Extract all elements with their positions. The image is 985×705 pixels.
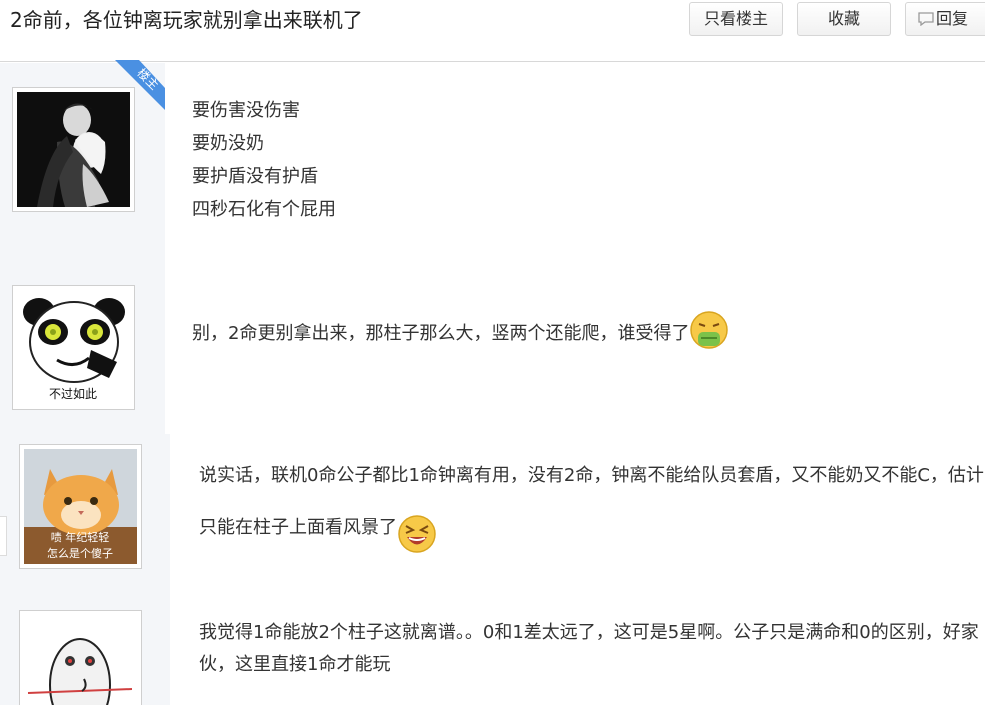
favorite-button[interactable]: 收藏 [797,2,891,36]
post-body: 我觉得1命能放2个柱子这就离谱。。0和1差太远了，这可是5星啊。公子只是满命和0… [199,617,984,681]
post-text: 别，2命更别拿出来，那柱子那么大，竖两个还能爬，谁受得了 [192,323,690,344]
user-avatar[interactable] [12,87,135,212]
post-body: 要伤害没伤害 要奶没奶 要护盾没有护盾 四秒石化有个屁用 [192,94,336,226]
only-op-button[interactable]: 只看楼主 [689,2,783,36]
couple-photo-avatar-icon [17,92,130,207]
user-avatar[interactable] [19,610,142,705]
side-tab[interactable] [0,516,7,556]
thread-title: 2命前，各位钟离玩家就别拿出来联机了 [10,8,363,32]
post-text: 我觉得1命能放2个柱子这就离谱。。0和1差太远了，这可是5星啊。公子只是满命和0… [199,622,979,675]
panda-meme-avatar-icon: 不过如此 [17,290,130,405]
reply-button-label: 回复 [936,9,969,28]
post-text: 说实话，联机0命公子都比1命钟离有用，没有2命，钟离不能给队员套盾，又不能奶又不… [199,465,984,538]
thread-header: 2命前，各位钟离玩家就别拿出来联机了 只看楼主 收藏 回复 [0,0,985,62]
user-avatar[interactable]: 不过如此 [12,285,135,410]
post-line: 要奶没奶 [192,133,264,154]
seal-meme-avatar-icon [24,615,137,705]
laughing-emoji-icon [398,515,436,553]
thread-page: 2命前，各位钟离玩家就别拿出来联机了 只看楼主 收藏 回复 楼主 要伤害没伤害 … [0,0,985,705]
reply-icon [918,12,934,26]
avatar-caption: 啧 年纪轻轻 [51,530,110,544]
cat-meme-avatar-icon: 啧 年纪轻轻 怎么是个傻子 [24,449,137,564]
vomit-emoji-icon [690,311,729,349]
post-line: 要伤害没伤害 [192,100,300,121]
avatar-caption: 不过如此 [49,386,97,401]
reply-button[interactable]: 回复 [905,2,985,36]
post-body: 别，2命更别拿出来，那柱子那么大，竖两个还能爬，谁受得了 [192,310,729,350]
user-avatar[interactable]: 啧 年纪轻轻 怎么是个傻子 [19,444,142,569]
avatar-caption: 怎么是个傻子 [47,546,113,560]
post-body: 说实话，联机0命公子都比1命钟离有用，没有2命，钟离不能给队员套盾，又不能奶又不… [199,450,984,554]
post-line: 要护盾没有护盾 [192,166,318,187]
post-line: 四秒石化有个屁用 [192,199,336,220]
